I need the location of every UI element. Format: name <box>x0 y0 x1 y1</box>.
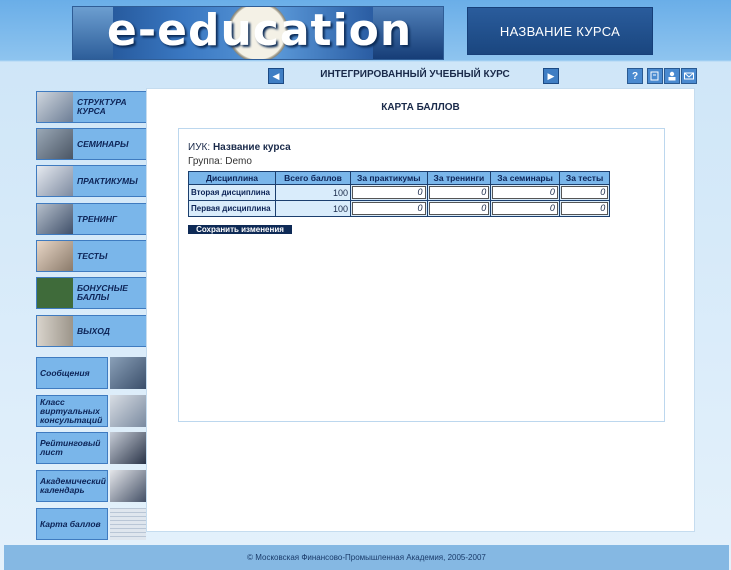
next-arrow-button[interactable]: ▶ <box>543 68 559 84</box>
discipline-name: Первая дисциплина <box>188 200 276 217</box>
cell: 0 <box>426 200 492 217</box>
logo-text: e-education <box>107 6 413 56</box>
sidebar-item-bonus[interactable]: БОНУСНЫЕ БАЛЛЫ <box>36 277 148 309</box>
training-thumbnail <box>37 204 73 234</box>
prev-arrow-button[interactable]: ◀ <box>268 68 284 84</box>
structure-thumbnail <box>37 92 73 122</box>
sidebar-item-label: СТРУКТУРА КУРСА <box>77 97 127 116</box>
messages-thumbnail <box>110 357 146 389</box>
exit-thumbnail <box>37 316 73 346</box>
column-header: Всего баллов <box>275 171 351 185</box>
training-points-input[interactable]: 0 <box>428 186 490 199</box>
cell: 0 <box>558 200 611 217</box>
training-points-input[interactable]: 0 <box>428 202 490 215</box>
test-points-input[interactable]: 0 <box>560 186 609 199</box>
sidebar-item-tests[interactable]: ТЕСТЫ <box>36 240 148 272</box>
iuk-line: ИУК: Название курса <box>188 142 291 153</box>
tool-label: Карта баллов <box>36 508 108 540</box>
document-icon <box>650 71 659 81</box>
discipline-name: Вторая дисциплина <box>188 184 276 201</box>
tool-label: Рейтинговый лист <box>36 432 108 464</box>
sidebar-item-label: ВЫХОД <box>77 325 110 336</box>
practicum-points-input[interactable]: 0 <box>352 186 426 199</box>
practicums-thumbnail <box>37 166 73 196</box>
tool-messages[interactable]: Сообщения <box>36 357 146 389</box>
tool-label: Класс виртуальных консультаций <box>36 395 108 427</box>
seminar-points-input[interactable]: 0 <box>492 202 558 215</box>
user-button[interactable] <box>664 68 680 84</box>
bonus-thumbnail <box>37 278 73 308</box>
tool-rating[interactable]: Рейтинговый лист <box>36 432 146 464</box>
column-header: За семинары <box>490 171 560 185</box>
table-header-row: Дисциплина Всего баллов За практикумы За… <box>188 171 611 185</box>
score-card-thumbnail <box>110 508 146 540</box>
iuk-label: ИУК: <box>188 142 211 153</box>
prev-arrow-icon: ◀ <box>272 70 280 81</box>
mail-icon <box>684 72 694 80</box>
tool-calendar[interactable]: Академический календарь <box>36 470 146 502</box>
tests-thumbnail <box>37 241 73 271</box>
course-name-box: НАЗВАНИЕ КУРСА <box>467 7 653 55</box>
sidebar-item-label: СЕМИНАРЫ <box>77 138 129 149</box>
total-points: 100 <box>275 184 351 201</box>
course-type-title: ИНТЕГРИРОВАННЫЙ УЧЕБНЫЙ КУРС <box>320 69 510 80</box>
help-button[interactable]: ? <box>627 68 643 84</box>
mail-button[interactable] <box>681 68 697 84</box>
tool-score-card[interactable]: Карта баллов <box>36 508 146 540</box>
calendar-thumbnail <box>110 470 146 502</box>
sidebar-item-label: ПРАКТИКУМЫ <box>77 175 138 186</box>
column-header: Дисциплина <box>188 171 276 185</box>
score-table: Дисциплина Всего баллов За практикумы За… <box>188 171 611 217</box>
help-icon: ? <box>631 70 639 82</box>
sidebar-item-label: ТРЕНИНГ <box>77 213 118 224</box>
tool-label: Сообщения <box>36 357 108 389</box>
tool-label: Академический календарь <box>36 470 108 502</box>
total-points: 100 <box>275 200 351 217</box>
column-header: За тесты <box>558 171 611 185</box>
copyright-text: © Московская Финансово-Промышленная Акад… <box>247 553 486 562</box>
iuk-value: Название курса <box>212 142 291 153</box>
table-row: Вторая дисциплина 100 0 0 0 0 <box>188 184 611 201</box>
document-button[interactable] <box>647 68 663 84</box>
cell: 0 <box>558 184 611 201</box>
cell: 0 <box>350 184 428 201</box>
cell: 0 <box>490 184 560 201</box>
test-points-input[interactable]: 0 <box>560 202 609 215</box>
sidebar-item-training[interactable]: ТРЕНИНГ <box>36 203 148 235</box>
sidebar-item-practicums[interactable]: ПРАКТИКУМЫ <box>36 165 148 197</box>
cell: 0 <box>490 200 560 217</box>
sidebar-item-label: БОНУСНЫЕ БАЛЛЫ <box>77 283 128 302</box>
sidebar-item-seminars[interactable]: СЕМИНАРЫ <box>36 128 148 160</box>
sidebar-item-structure[interactable]: СТРУКТУРА КУРСА <box>36 91 148 123</box>
save-changes-button[interactable]: Сохранить изменения <box>188 225 292 234</box>
column-header: За тренинги <box>426 171 492 185</box>
seminars-thumbnail <box>37 129 73 159</box>
cell: 0 <box>426 184 492 201</box>
virtual-class-thumbnail <box>110 395 146 427</box>
tool-virtual-class[interactable]: Класс виртуальных консультаций <box>36 395 146 427</box>
site-logo: e-education <box>72 6 444 60</box>
rating-thumbnail <box>110 432 146 464</box>
group-line: Группа: Demo <box>188 156 252 167</box>
cell: 0 <box>350 200 428 217</box>
practicum-points-input[interactable]: 0 <box>352 202 426 215</box>
user-icon <box>668 71 676 81</box>
sidebar-item-label: ТЕСТЫ <box>77 250 108 261</box>
footer: © Московская Финансово-Промышленная Акад… <box>4 545 729 570</box>
column-header: За практикумы <box>350 171 428 185</box>
seminar-points-input[interactable]: 0 <box>492 186 558 199</box>
next-arrow-icon: ▶ <box>547 70 555 81</box>
sidebar-item-exit[interactable]: ВЫХОД <box>36 315 148 347</box>
table-row: Первая дисциплина 100 0 0 0 0 <box>188 200 611 217</box>
page-title: КАРТА БАЛЛОВ <box>381 102 460 113</box>
